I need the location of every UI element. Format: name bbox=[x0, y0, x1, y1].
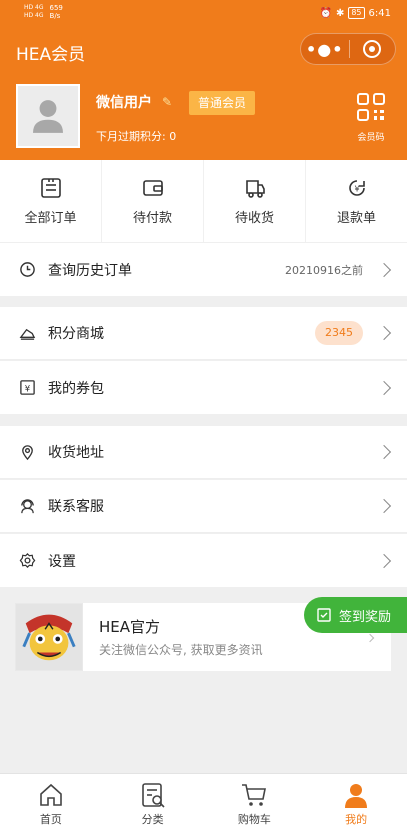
network-1: HD 4G bbox=[24, 4, 44, 11]
qr-code-icon bbox=[357, 93, 385, 121]
chevron-right-icon bbox=[376, 444, 392, 460]
default-avatar-icon bbox=[18, 86, 78, 146]
points-mall-label: 积分商城 bbox=[48, 326, 104, 342]
tab-category-label: 分类 bbox=[141, 813, 164, 826]
customer-service-label: 联系客服 bbox=[48, 499, 104, 515]
all-orders-button[interactable]: 全部订单 bbox=[0, 160, 102, 242]
tab-mine-label: 我的 bbox=[345, 813, 368, 826]
alarm-icon: ⏰ bbox=[319, 7, 332, 19]
delivery-truck-icon bbox=[245, 179, 265, 198]
member-code-label: 会员码 bbox=[357, 133, 385, 143]
checkbox-icon bbox=[317, 608, 331, 622]
bottom-tab-bar: 首页 分类 购物车 我的 bbox=[0, 773, 407, 831]
signal-indicators: HD 4G HD 4G bbox=[24, 4, 44, 20]
settings-row[interactable]: 设置 bbox=[0, 534, 407, 587]
chevron-right-icon bbox=[376, 380, 392, 395]
pending-delivery-button[interactable]: 待收货 bbox=[204, 160, 306, 242]
chevron-right-icon bbox=[365, 633, 375, 643]
miniprogram-capsule: •●• bbox=[300, 33, 396, 65]
clock: 6:41 bbox=[368, 7, 391, 19]
profile-header: 微信用户 ✎ 普通会员 下月过期积分: 0 会员码 bbox=[0, 74, 407, 160]
refund-button[interactable]: ¥ 退款单 bbox=[306, 160, 407, 242]
coupon-icon: ¥ bbox=[18, 379, 36, 397]
tab-cart[interactable]: 购物车 bbox=[204, 774, 306, 831]
tab-home-label: 首页 bbox=[39, 813, 62, 826]
home-icon bbox=[40, 783, 62, 806]
network-2: HD 4G bbox=[24, 12, 44, 19]
order-list-icon bbox=[40, 177, 61, 198]
address-row[interactable]: 收货地址 bbox=[0, 426, 407, 479]
expiring-points: 下月过期积分: 0 bbox=[96, 130, 177, 143]
user-icon bbox=[345, 784, 368, 808]
official-description: 关注微信公众号, 获取更多资讯 bbox=[99, 643, 263, 657]
address-label: 收货地址 bbox=[48, 445, 104, 461]
points-mall-icon bbox=[18, 324, 36, 342]
cart-icon bbox=[242, 784, 267, 806]
edit-pencil-icon[interactable]: ✎ bbox=[162, 95, 172, 109]
member-level-badge: 普通会员 bbox=[189, 91, 256, 115]
points-balance-badge: 2345 bbox=[315, 321, 363, 345]
chevron-right-icon bbox=[376, 262, 392, 277]
username: 微信用户 bbox=[96, 95, 152, 111]
more-button[interactable]: •●• bbox=[301, 40, 349, 59]
status-bar: HD 4G HD 4G 659 B/s ⏰ ✱ 85 6:41 bbox=[0, 0, 407, 28]
chevron-right-icon bbox=[376, 553, 392, 568]
lion-dance-logo bbox=[15, 603, 83, 671]
bluetooth-icon: ✱ bbox=[335, 7, 345, 19]
location-pin-icon bbox=[18, 443, 36, 461]
coupons-label: 我的券包 bbox=[48, 380, 104, 397]
battery-indicator: 85 bbox=[348, 7, 365, 19]
checkin-reward-button[interactable]: 签到奖励 bbox=[304, 597, 407, 633]
network-speed: 659 B/s bbox=[49, 4, 63, 20]
avatar[interactable] bbox=[16, 84, 80, 148]
refund-label: 退款单 bbox=[336, 210, 376, 226]
svg-text:¥: ¥ bbox=[24, 384, 30, 394]
history-date: 20210916之前 bbox=[285, 263, 363, 277]
tab-cart-label: 购物车 bbox=[237, 813, 271, 826]
svg-text:¥: ¥ bbox=[354, 184, 359, 193]
refund-icon: ¥ bbox=[348, 179, 365, 196]
history-orders-label: 查询历史订单 bbox=[48, 262, 132, 279]
pending-payment-button[interactable]: 待付款 bbox=[102, 160, 204, 242]
official-name: HEA官方 bbox=[99, 618, 161, 636]
points-mall-row[interactable]: 积分商城 2345 bbox=[0, 307, 407, 360]
checkin-label: 签到奖励 bbox=[339, 609, 392, 625]
close-circle-icon bbox=[363, 40, 382, 58]
all-orders-label: 全部订单 bbox=[24, 210, 77, 226]
nav-bar: HEA会员 •●• bbox=[0, 28, 407, 74]
chevron-right-icon bbox=[376, 498, 392, 514]
tab-mine[interactable]: 我的 bbox=[305, 774, 407, 831]
pending-delivery-label: 待收货 bbox=[234, 210, 274, 226]
close-button[interactable] bbox=[349, 40, 395, 58]
tab-category[interactable]: 分类 bbox=[102, 774, 204, 831]
pending-payment-label: 待付款 bbox=[132, 210, 172, 226]
wallet-icon bbox=[142, 179, 163, 196]
chevron-right-icon bbox=[376, 325, 392, 341]
page-title: HEA会员 bbox=[16, 45, 86, 65]
headset-icon bbox=[18, 497, 36, 515]
member-code-button[interactable]: 会员码 bbox=[353, 92, 389, 143]
customer-service-row[interactable]: 联系客服 bbox=[0, 480, 407, 533]
coupons-row[interactable]: ¥ 我的券包 bbox=[0, 361, 407, 414]
gear-icon bbox=[18, 552, 36, 570]
history-orders-row[interactable]: 查询历史订单 20210916之前 bbox=[0, 243, 407, 296]
category-icon bbox=[141, 783, 165, 808]
clock-icon bbox=[18, 261, 36, 279]
order-shortcuts: 全部订单 待付款 待收货 ¥ 退款单 bbox=[0, 160, 407, 242]
settings-label: 设置 bbox=[48, 553, 76, 570]
tab-home[interactable]: 首页 bbox=[0, 774, 102, 831]
